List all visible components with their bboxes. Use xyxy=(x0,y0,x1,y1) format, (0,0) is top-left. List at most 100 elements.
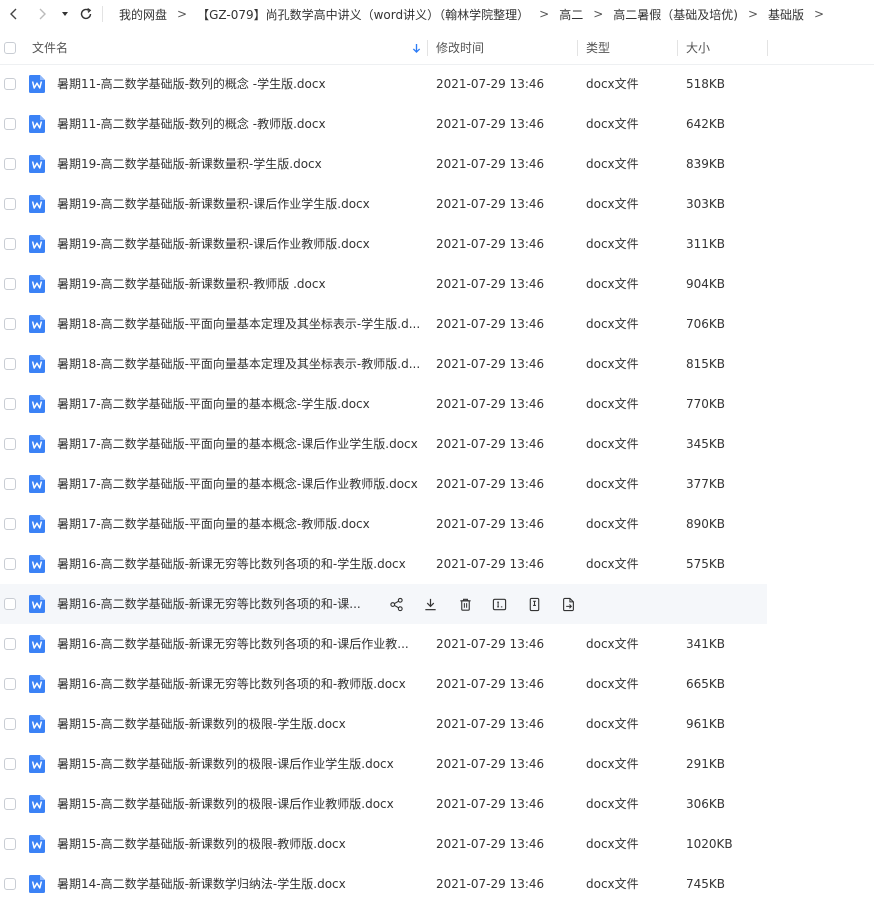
column-divider[interactable] xyxy=(677,40,678,56)
file-name[interactable]: 暑期15-高二数学基础版-新课数列的极限-教师版.docx xyxy=(57,824,427,864)
table-row[interactable]: 暑期16-高二数学基础版-新课无穷等比数列各项的和-课... xyxy=(0,584,767,624)
table-row[interactable]: 暑期18-高二数学基础版-平面向量基本定理及其坐标表示-教师版.d... 2021… xyxy=(0,344,874,384)
table-row[interactable]: 暑期16-高二数学基础版-新课无穷等比数列各项的和-教师版.docx 2021-0… xyxy=(0,664,874,704)
file-name[interactable]: 暑期19-高二数学基础版-新课数量积-课后作业教师版.docx xyxy=(57,224,427,264)
breadcrumb-item[interactable]: 【GZ-079】尚孔数学高中讲义（word讲义）（翰林学院整理） xyxy=(193,6,533,23)
breadcrumb-separator: > xyxy=(539,7,550,21)
copy-button[interactable] xyxy=(524,594,544,614)
row-checkbox[interactable] xyxy=(4,638,16,650)
breadcrumb-item[interactable]: 基础版 xyxy=(764,6,808,23)
delete-button[interactable] xyxy=(455,594,475,614)
table-row[interactable]: 暑期17-高二数学基础版-平面向量的基本概念-课后作业学生版.docx 2021-… xyxy=(0,424,874,464)
file-size: 706KB xyxy=(686,317,726,331)
file-modified: 2021-07-29 13:46 xyxy=(436,797,545,811)
file-name[interactable]: 暑期15-高二数学基础版-新课数列的极限-课后作业教师版.docx xyxy=(57,784,427,824)
refresh-button[interactable] xyxy=(74,0,98,28)
row-checkbox[interactable] xyxy=(4,78,16,90)
table-row[interactable]: 暑期15-高二数学基础版-新课数列的极限-课后作业教师版.docx 2021-07… xyxy=(0,784,874,824)
file-name[interactable]: 暑期14-高二数学基础版-新课数学归纳法-学生版.docx xyxy=(57,864,427,904)
file-name[interactable]: 暑期17-高二数学基础版-平面向量的基本概念-课后作业教师版.docx xyxy=(57,464,427,504)
table-row[interactable]: 暑期17-高二数学基础版-平面向量的基本概念-学生版.docx 2021-07-2… xyxy=(0,384,874,424)
row-checkbox[interactable] xyxy=(4,398,16,410)
file-name[interactable]: 暑期15-高二数学基础版-新课数列的极限-课后作业学生版.docx xyxy=(57,744,427,784)
row-checkbox[interactable] xyxy=(4,478,16,490)
row-checkbox[interactable] xyxy=(4,278,16,290)
back-button[interactable] xyxy=(0,0,28,28)
file-name[interactable]: 暑期16-高二数学基础版-新课无穷等比数列各项的和-课... xyxy=(57,584,362,624)
breadcrumb-item[interactable]: 我的网盘 xyxy=(115,6,171,23)
file-name[interactable]: 暑期16-高二数学基础版-新课无穷等比数列各项的和-课后作业教... xyxy=(57,624,427,664)
file-type: docx文件 xyxy=(586,197,639,211)
table-row[interactable]: 暑期19-高二数学基础版-新课数量积-课后作业学生版.docx 2021-07-2… xyxy=(0,184,874,224)
row-checkbox[interactable] xyxy=(4,678,16,690)
share-button[interactable] xyxy=(386,594,406,614)
file-type: docx文件 xyxy=(586,317,639,331)
table-row[interactable]: 暑期14-高二数学基础版-新课数学归纳法-学生版.docx 2021-07-29 … xyxy=(0,864,874,904)
file-name[interactable]: 暑期16-高二数学基础版-新课无穷等比数列各项的和-学生版.docx xyxy=(57,544,427,584)
column-divider[interactable] xyxy=(577,40,578,56)
file-name[interactable]: 暑期19-高二数学基础版-新课数量积-教师版 .docx xyxy=(57,264,427,304)
arrow-down-icon[interactable] xyxy=(412,43,421,54)
table-row[interactable]: 暑期19-高二数学基础版-新课数量积-课后作业教师版.docx 2021-07-2… xyxy=(0,224,874,264)
column-header-size[interactable]: 大小 xyxy=(686,32,710,64)
move-button[interactable] xyxy=(559,594,579,614)
breadcrumb-separator: > xyxy=(747,7,759,21)
row-checkbox[interactable] xyxy=(4,198,16,210)
word-file-icon xyxy=(29,355,45,373)
file-name[interactable]: 暑期19-高二数学基础版-新课数量积-课后作业学生版.docx xyxy=(57,184,427,224)
row-checkbox[interactable] xyxy=(4,558,16,570)
select-all-checkbox[interactable] xyxy=(4,42,16,54)
row-checkbox[interactable] xyxy=(4,878,16,890)
column-divider[interactable] xyxy=(427,40,428,56)
breadcrumb-item[interactable]: 高二暑假（基础及培优) xyxy=(609,6,742,23)
breadcrumb-item[interactable]: 高二 xyxy=(555,6,587,23)
table-row[interactable]: 暑期11-高二数学基础版-数列的概念 -教师版.docx 2021-07-29 1… xyxy=(0,104,874,144)
row-checkbox[interactable] xyxy=(4,758,16,770)
table-row[interactable]: 暑期16-高二数学基础版-新课无穷等比数列各项的和-课后作业教... 2021-0… xyxy=(0,624,874,664)
row-checkbox[interactable] xyxy=(4,238,16,250)
file-name[interactable]: 暑期19-高二数学基础版-新课数量积-学生版.docx xyxy=(57,144,427,184)
file-size: 1020KB xyxy=(686,837,733,851)
table-row[interactable]: 暑期19-高二数学基础版-新课数量积-学生版.docx 2021-07-29 13… xyxy=(0,144,874,184)
table-row[interactable]: 暑期15-高二数学基础版-新课数列的极限-课后作业学生版.docx 2021-07… xyxy=(0,744,874,784)
row-checkbox[interactable] xyxy=(4,518,16,530)
row-checkbox[interactable] xyxy=(4,798,16,810)
table-row[interactable]: 暑期15-高二数学基础版-新课数列的极限-教师版.docx 2021-07-29 … xyxy=(0,824,874,864)
row-checkbox[interactable] xyxy=(4,158,16,170)
row-checkbox[interactable] xyxy=(4,358,16,370)
table-row[interactable]: 暑期17-高二数学基础版-平面向量的基本概念-课后作业教师版.docx 2021-… xyxy=(0,464,874,504)
row-checkbox[interactable] xyxy=(4,438,16,450)
file-size: 815KB xyxy=(686,357,726,371)
row-checkbox[interactable] xyxy=(4,318,16,330)
forward-button[interactable] xyxy=(28,0,56,28)
history-dropdown-button[interactable] xyxy=(56,0,74,28)
rename-button[interactable] xyxy=(490,594,510,614)
column-header-type[interactable]: 类型 xyxy=(586,32,610,64)
row-checkbox[interactable] xyxy=(4,118,16,130)
row-checkbox[interactable] xyxy=(4,838,16,850)
column-header-name[interactable]: 文件名 xyxy=(32,32,68,64)
download-button[interactable] xyxy=(421,594,441,614)
table-row[interactable]: 暑期15-高二数学基础版-新课数列的极限-学生版.docx 2021-07-29 … xyxy=(0,704,874,744)
file-name[interactable]: 暑期16-高二数学基础版-新课无穷等比数列各项的和-教师版.docx xyxy=(57,664,427,704)
chevron-left-icon xyxy=(10,8,17,20)
row-checkbox[interactable] xyxy=(4,718,16,730)
file-name[interactable]: 暑期17-高二数学基础版-平面向量的基本概念-课后作业学生版.docx xyxy=(57,424,427,464)
file-type: docx文件 xyxy=(586,157,639,171)
table-row[interactable]: 暑期19-高二数学基础版-新课数量积-教师版 .docx 2021-07-29 1… xyxy=(0,264,874,304)
table-row[interactable]: 暑期11-高二数学基础版-数列的概念 -学生版.docx 2021-07-29 1… xyxy=(0,64,874,104)
file-name[interactable]: 暑期17-高二数学基础版-平面向量的基本概念-教师版.docx xyxy=(57,504,427,544)
file-name[interactable]: 暑期17-高二数学基础版-平面向量的基本概念-学生版.docx xyxy=(57,384,427,424)
file-name[interactable]: 暑期18-高二数学基础版-平面向量基本定理及其坐标表示-学生版.d... xyxy=(57,304,427,344)
column-divider[interactable] xyxy=(767,40,768,56)
table-row[interactable]: 暑期17-高二数学基础版-平面向量的基本概念-教师版.docx 2021-07-2… xyxy=(0,504,874,544)
file-name[interactable]: 暑期15-高二数学基础版-新课数列的极限-学生版.docx xyxy=(57,704,427,744)
file-name[interactable]: 暑期18-高二数学基础版-平面向量基本定理及其坐标表示-教师版.d... xyxy=(57,344,427,384)
row-checkbox[interactable] xyxy=(4,598,16,610)
chevron-right-icon xyxy=(39,8,46,20)
table-row[interactable]: 暑期16-高二数学基础版-新课无穷等比数列各项的和-学生版.docx 2021-0… xyxy=(0,544,874,584)
file-name[interactable]: 暑期11-高二数学基础版-数列的概念 -教师版.docx xyxy=(57,104,427,144)
file-name[interactable]: 暑期11-高二数学基础版-数列的概念 -学生版.docx xyxy=(57,64,427,104)
column-header-modified[interactable]: 修改时间 xyxy=(436,32,484,64)
table-row[interactable]: 暑期18-高二数学基础版-平面向量基本定理及其坐标表示-学生版.d... 2021… xyxy=(0,304,874,344)
